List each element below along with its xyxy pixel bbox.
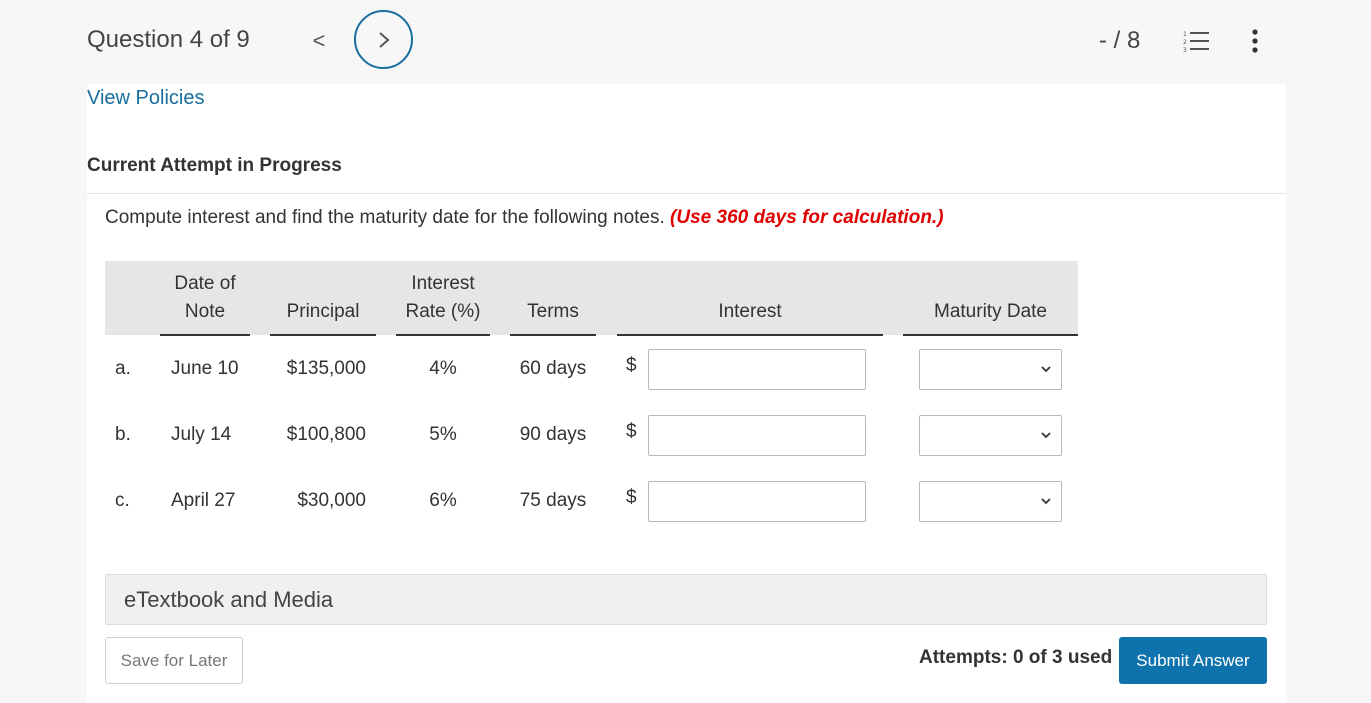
header-underline xyxy=(396,334,490,336)
principal: $100,800 xyxy=(286,424,366,445)
question-instructions: Compute interest and find the maturity d… xyxy=(105,207,944,229)
chevron-down-icon xyxy=(1041,366,1051,373)
interest-rate: 5% xyxy=(429,424,457,445)
svg-text:2: 2 xyxy=(1183,39,1187,46)
header-rate-line1: Interest xyxy=(411,273,475,294)
header-underline xyxy=(510,334,596,336)
numbered-list-icon: 1 2 3 xyxy=(1183,31,1209,54)
maturity-date-select-a[interactable] xyxy=(919,349,1062,390)
row-label: b. xyxy=(115,424,131,445)
date-of-note: April 27 xyxy=(171,490,236,511)
header-date-of-note: Date of Note xyxy=(160,270,250,326)
instructions-note: (Use 360 days for calculation.) xyxy=(670,207,944,228)
divider xyxy=(87,193,1286,194)
more-vertical-icon xyxy=(1252,29,1258,53)
terms: 90 days xyxy=(519,424,587,445)
header-underline xyxy=(903,334,1078,336)
etextbook-media-panel[interactable]: eTextbook and Media xyxy=(105,574,1267,625)
header-date-line1: Date of xyxy=(174,273,236,294)
top-bar: Question 4 of 9 < - / 8 1 2 3 xyxy=(0,0,1371,84)
instructions-text: Compute interest and find the maturity d… xyxy=(105,207,665,228)
header-interest: Interest xyxy=(718,301,782,322)
previous-question-button[interactable]: < xyxy=(306,26,332,56)
chevron-down-icon xyxy=(1041,498,1051,505)
header-underline xyxy=(160,334,250,336)
chevron-left-icon: < xyxy=(312,28,326,53)
terms: 60 days xyxy=(519,358,587,379)
header-underline xyxy=(617,334,883,336)
row-label: c. xyxy=(115,490,130,511)
date-of-note: July 14 xyxy=(171,424,232,445)
row-label: a. xyxy=(115,358,131,379)
chevron-down-icon xyxy=(1041,432,1051,439)
svg-text:3: 3 xyxy=(1183,47,1187,53)
currency-symbol: $ xyxy=(626,487,637,508)
header-rate-line2: Rate (%) xyxy=(405,301,481,322)
attempt-heading: Current Attempt in Progress xyxy=(87,155,342,176)
maturity-date-select-b[interactable] xyxy=(919,415,1062,456)
header-principal: Principal xyxy=(286,301,360,322)
attempts-counter: Attempts: 0 of 3 used xyxy=(919,647,1113,668)
interest-rate: 6% xyxy=(429,490,457,511)
interest-rate: 4% xyxy=(429,358,457,379)
header-date-line2: Note xyxy=(184,301,226,322)
currency-symbol: $ xyxy=(626,421,637,442)
question-list-button[interactable]: 1 2 3 xyxy=(1182,29,1210,54)
score-display: - / 8 xyxy=(1099,27,1141,54)
interest-input-c[interactable] xyxy=(648,481,866,522)
next-question-button[interactable] xyxy=(354,10,413,69)
etextbook-label: eTextbook and Media xyxy=(124,587,334,612)
chevron-right-icon xyxy=(378,31,390,48)
principal: $135,000 xyxy=(286,358,366,379)
question-progress: Question 4 of 9 xyxy=(87,26,250,53)
save-for-later-button[interactable]: Save for Later xyxy=(105,637,243,684)
more-options-button[interactable] xyxy=(1246,28,1264,54)
header-interest-rate: Interest Rate (%) xyxy=(396,270,490,326)
header-maturity-date: Maturity Date xyxy=(934,301,1047,322)
interest-input-b[interactable] xyxy=(648,415,866,456)
date-of-note: June 10 xyxy=(171,358,239,379)
submit-answer-button[interactable]: Submit Answer xyxy=(1119,637,1267,684)
view-policies-link[interactable]: View Policies xyxy=(87,87,204,110)
currency-symbol: $ xyxy=(626,355,637,376)
principal: $30,000 xyxy=(297,490,366,511)
maturity-date-select-c[interactable] xyxy=(919,481,1062,522)
svg-text:1: 1 xyxy=(1183,31,1187,38)
terms: 75 days xyxy=(519,490,587,511)
interest-input-a[interactable] xyxy=(648,349,866,390)
header-underline xyxy=(270,334,376,336)
header-terms: Terms xyxy=(527,301,579,322)
